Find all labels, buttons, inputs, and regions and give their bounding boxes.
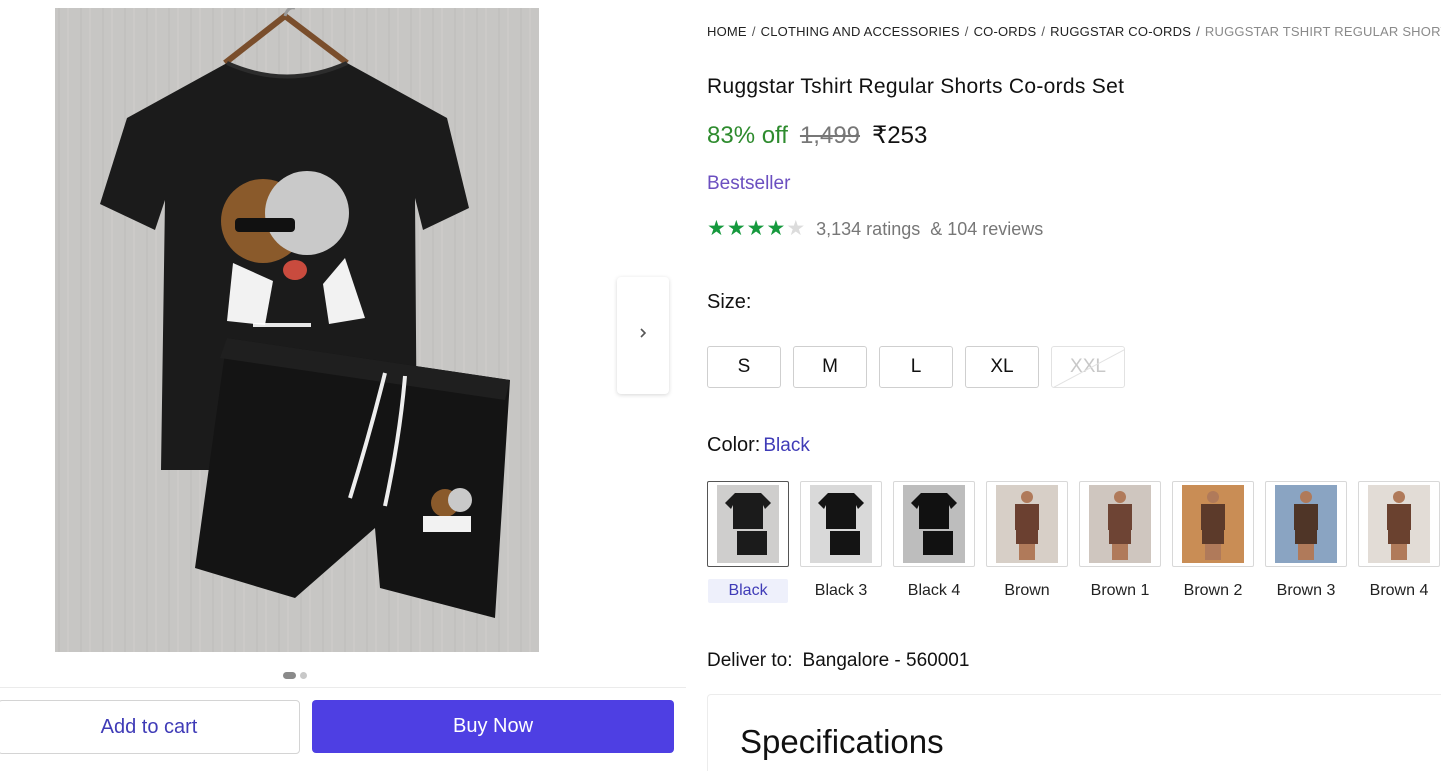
specifications-section: Specifications [707,694,1441,771]
gallery-next-button[interactable] [617,277,669,394]
discount-percent: 83% off [707,122,788,149]
gallery-pagination [283,671,307,679]
star-filled-icon: ★ [726,217,746,240]
swatch-image [903,485,965,563]
swatch-thumbnail [1358,481,1440,567]
size-selector: S M L XL XXL [707,346,1125,388]
specifications-heading: Specifications [740,723,944,760]
size-option[interactable]: M [793,346,867,388]
size-option: XXL [1051,346,1125,388]
color-swatch[interactable]: Brown 3 [1265,481,1347,603]
product-photo [55,8,539,652]
color-label: Color: Black [707,434,810,457]
size-label: Size: [707,291,752,313]
breadcrumb: HOME / CLOTHING AND ACCESSORIES / CO-ORDS / RU… [707,24,1441,39]
original-price: 1,499 [799,122,861,149]
product-main-image[interactable] [55,8,539,652]
breadcrumb-link[interactable]: CLOTHING AND ACCESSORIES [761,24,960,39]
swatch-label: Brown 3 [1276,582,1336,599]
star-filled-icon: ★ [766,217,786,240]
rating-stars: ★ ★ ★ ★ ★ [707,217,805,241]
selected-color: Black [763,435,810,456]
color-swatch[interactable]: Brown 2 [1172,481,1254,603]
gallery-dot[interactable] [300,671,307,679]
breadcrumb-link[interactable]: CO-ORDS [974,24,1037,39]
color-label-text: Color: [707,434,761,456]
star-empty-icon: ★ [786,217,806,240]
star-filled-icon: ★ [746,217,766,240]
delivery-location[interactable]: Deliver to: Bangalore - 560001 [707,650,969,672]
swatch-thumbnail [1265,481,1347,567]
color-swatch[interactable]: Brown 4 [1358,481,1440,603]
color-swatch[interactable]: Black [707,481,789,603]
swatch-image [1368,485,1430,563]
size-option[interactable]: XL [965,346,1039,388]
color-swatch[interactable]: Black 3 [800,481,882,603]
swatch-label: Black 4 [907,582,961,599]
purchase-bar: Add to cart Buy Now [0,687,686,771]
swatch-thumbnail [1172,481,1254,567]
reviews-count: & 104 reviews [930,218,1044,239]
breadcrumb-current: RUGGSTAR TSHIRT REGULAR SHORTS [1204,24,1441,39]
color-swatch[interactable]: Black 4 [893,481,975,603]
size-option[interactable]: S [707,346,781,388]
chevron-right-icon [637,326,649,345]
price-row: 83% off 1,499 ₹253 [707,121,927,150]
breadcrumb-link[interactable]: HOME [707,24,747,39]
swatch-thumbnail [707,481,789,567]
color-swatch[interactable]: Brown 1 [1079,481,1161,603]
ratings-count: 3,134 ratings [816,218,921,239]
breadcrumb-separator: / [1196,24,1200,39]
swatch-image [717,485,779,563]
deliver-label: Deliver to: [707,650,793,671]
swatch-label: Brown 4 [1369,582,1429,599]
add-to-cart-button[interactable]: Add to cart [0,700,300,754]
size-option[interactable]: L [879,346,953,388]
color-swatches: Black Black 3 Black 4 Brown Brown 1 Brown 2 Br… [707,481,1440,603]
swatch-image [1182,485,1244,563]
deliver-pincode: Bangalore - 560001 [802,650,970,671]
rating-summary[interactable]: ★ ★ ★ ★ ★ 3,134 ratings & 104 reviews [707,217,1043,241]
swatch-thumbnail [986,481,1068,567]
breadcrumb-separator: / [964,24,969,39]
color-swatch[interactable]: Brown [986,481,1068,603]
gallery-dot-active[interactable] [283,671,296,679]
swatch-image [1089,485,1151,563]
swatch-image [810,485,872,563]
product-title: Ruggstar Tshirt Regular Shorts Co-ords S… [707,75,1125,98]
selling-price: ₹253 [872,122,928,149]
breadcrumb-separator: / [751,24,756,39]
swatch-thumbnail [800,481,882,567]
star-filled-icon: ★ [707,217,726,240]
buy-now-button[interactable]: Buy Now [312,700,674,753]
swatch-label: Black [708,579,788,603]
swatch-image [996,485,1058,563]
bestseller-badge: Bestseller [707,173,791,194]
breadcrumb-separator: / [1041,24,1046,39]
swatch-thumbnail [893,481,975,567]
swatch-label: Brown 1 [1090,582,1150,599]
swatch-label: Brown 2 [1183,582,1243,599]
swatch-thumbnail [1079,481,1161,567]
swatch-label: Brown [1004,582,1050,599]
breadcrumb-link[interactable]: RUGGSTAR CO-ORDS [1050,24,1191,39]
swatch-image [1275,485,1337,563]
swatch-label: Black 3 [814,582,868,599]
